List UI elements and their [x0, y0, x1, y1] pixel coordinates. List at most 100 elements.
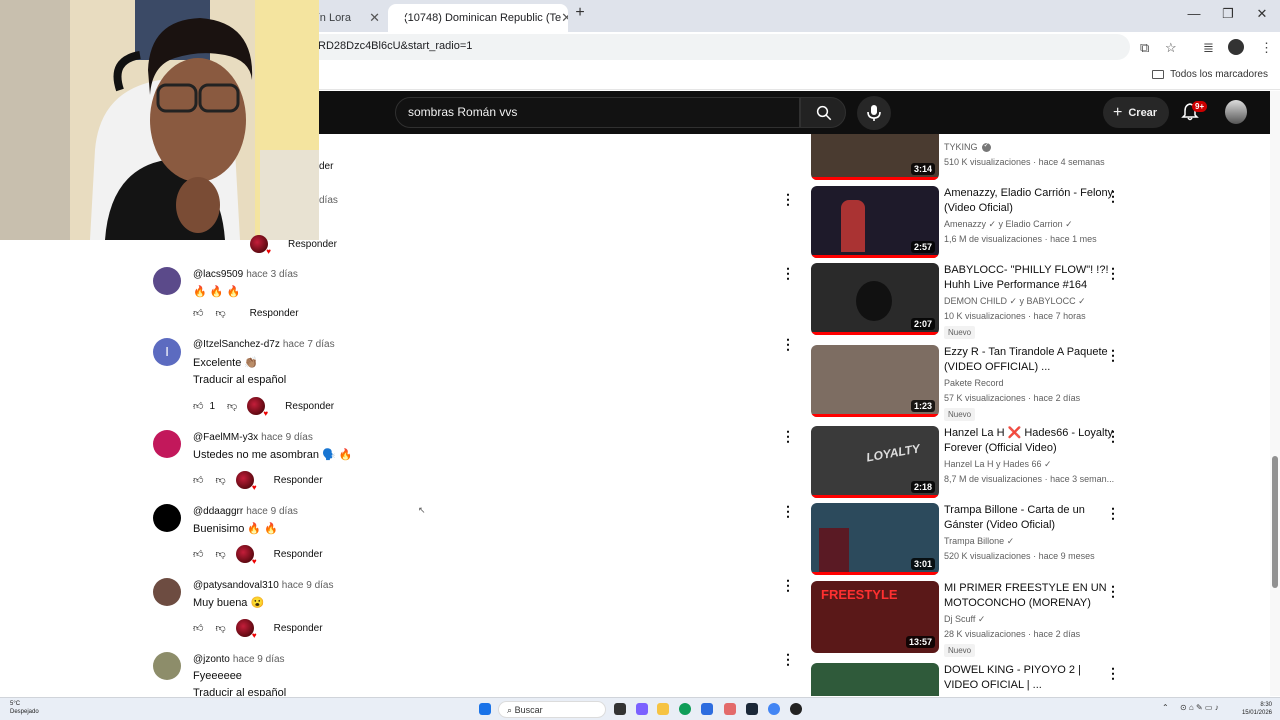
video-thumbnail[interactable]: 2:07 [811, 263, 939, 335]
related-video-card[interactable]: 2:57 Amenazzy, Eladio Carrión - Felony (… [811, 186, 1131, 258]
reply-button[interactable]: Responder [250, 308, 299, 319]
tray-chevron-icon[interactable]: ⌃ [1162, 703, 1169, 712]
video-thumbnail[interactable]: 1:23 [811, 345, 939, 417]
video-menu-icon[interactable]: ⋮ [1106, 505, 1120, 522]
video-channel[interactable]: Pakete Record [944, 378, 1004, 388]
video-channel[interactable]: Trampa Billone ✓ [944, 536, 1014, 547]
reply-button[interactable]: Responder [288, 239, 337, 250]
video-thumbnail[interactable]: 3:01 [811, 503, 939, 575]
comment-author[interactable]: @lacs9509 [193, 269, 243, 280]
tab-active[interactable]: (10748) Dominican Republic (Te ✕ [388, 4, 568, 32]
video-title[interactable]: Hanzel La H ❌ Hades66 - Loyalty Forever … [944, 426, 1114, 456]
weather-widget[interactable]: 5°C Despejado [10, 700, 39, 716]
more-actions-icon[interactable]: ⋮ [781, 503, 795, 520]
url-input[interactable]: RD28Dzc4Bl6cU&start_radio=1 [300, 34, 1130, 60]
channel-avatar[interactable] [1225, 100, 1247, 124]
file-explorer-icon[interactable] [657, 703, 669, 715]
tab-close-icon[interactable]: ✕ [369, 10, 380, 26]
commenter-avatar[interactable] [153, 267, 181, 295]
chrome-icon[interactable] [768, 703, 780, 715]
channel-name[interactable]: TYKING [944, 142, 978, 152]
obs-icon[interactable] [790, 703, 802, 715]
dislike-icon[interactable]: 👎︎ [215, 307, 225, 319]
video-menu-icon[interactable]: ⋮ [1106, 428, 1120, 445]
restore-icon[interactable]: ❐ [1218, 6, 1238, 22]
partial-reply-label[interactable]: der [319, 161, 333, 172]
more-actions-icon[interactable]: ⋮ [781, 651, 795, 668]
video-channel[interactable]: Dj Scuff ✓ [944, 614, 985, 625]
comment-time[interactable]: hace 9 días [282, 580, 334, 591]
translate-link[interactable]: Traducir al español [193, 687, 286, 696]
video-title[interactable]: Amenazzy, Eladio Carrión - Felony (Video… [944, 186, 1114, 216]
translate-link[interactable]: Traducir al español [193, 374, 286, 386]
task-view-icon[interactable] [614, 703, 626, 715]
new-tab-icon[interactable]: + [570, 4, 590, 22]
taskbar-search-input[interactable]: ⌕ Buscar [498, 701, 606, 718]
like-icon[interactable]: 👍︎ [193, 307, 203, 319]
like-icon[interactable]: 👍︎ [193, 474, 203, 486]
search-input[interactable]: sombras Román vvs [395, 97, 800, 128]
comment-time[interactable]: hace 7 días [283, 339, 335, 350]
create-button[interactable]: + Crear [1103, 97, 1169, 128]
search-button[interactable] [800, 97, 846, 128]
voice-search-button[interactable] [857, 96, 891, 130]
profile-avatar[interactable] [1228, 39, 1244, 55]
comment-time[interactable]: hace 3 días [246, 269, 298, 280]
comment-author[interactable]: @patysandoval310 [193, 580, 279, 591]
comment-author[interactable]: @jzonto [193, 654, 230, 665]
commenter-avatar[interactable] [153, 578, 181, 606]
system-clock[interactable]: 8:30 15/01/2026 [1242, 701, 1272, 717]
related-video-card[interactable]: FREESTYLE 13:57 MI PRIMER FREESTYLE EN U… [811, 581, 1131, 657]
commenter-avatar[interactable]: I [153, 338, 181, 366]
commenter-avatar[interactable] [153, 504, 181, 532]
reply-button[interactable]: Responder [274, 623, 323, 634]
commenter-avatar[interactable] [153, 430, 181, 458]
video-menu-icon[interactable]: ⋮ [1106, 265, 1120, 282]
video-thumbnail[interactable]: 3:14 [811, 134, 939, 180]
video-title[interactable]: MI PRIMER FREESTYLE EN UN MOTOCONCHO (MO… [944, 581, 1114, 611]
tab-close-icon[interactable]: ✕ [561, 10, 568, 26]
bookmark-star-icon[interactable]: ☆ [1165, 40, 1177, 56]
video-channel[interactable]: DEMON CHILD ✓ y BABYLOCC ✓ [944, 296, 1086, 307]
comment-time[interactable]: hace 9 días [261, 432, 313, 443]
video-thumbnail[interactable]: 2:57 [811, 186, 939, 258]
tray-icons[interactable]: ⊙ ⌂ ✎ ▭ ♪ [1180, 703, 1219, 712]
dislike-icon[interactable]: 👎︎ [227, 400, 237, 412]
minimize-icon[interactable]: — [1184, 6, 1204, 21]
more-actions-icon[interactable]: ⋮ [781, 265, 795, 282]
dislike-icon[interactable]: 👎︎ [215, 622, 225, 634]
page-scrollbar[interactable] [1270, 91, 1280, 696]
comment-author[interactable]: @ddaaggrr [193, 506, 243, 517]
related-video-card[interactable]: 2:07 BABYLOCC- "PHILLY FLOW"! !?! Huhh L… [811, 263, 1131, 339]
comment-time[interactable]: hace 9 días [246, 506, 298, 517]
video-title[interactable]: Ezzy R - Tan Tirandole A Paquete (VIDEO … [944, 345, 1114, 375]
video-menu-icon[interactable]: ⋮ [1106, 347, 1120, 364]
edge-browser-icon[interactable] [679, 703, 691, 715]
like-icon[interactable]: 👍︎ [193, 622, 203, 634]
related-video-card[interactable]: 3:14 TYKING 510 K visualizaciones · hace… [811, 134, 1131, 180]
video-title[interactable]: BABYLOCC- "PHILLY FLOW"! !?! Huhh Live P… [944, 263, 1114, 293]
related-video-card[interactable]: 1:23 Ezzy R - Tan Tirandole A Paquete (V… [811, 345, 1131, 421]
comment-author[interactable]: @ItzelSanchez-d7z [193, 339, 280, 350]
app-icon[interactable] [724, 703, 736, 715]
install-app-icon[interactable]: ⧉ [1140, 40, 1149, 56]
video-menu-icon[interactable]: ⋮ [1106, 188, 1120, 205]
video-title[interactable]: DOWEL KING - PIYOYO 2 | VIDEO OFICIAL | … [944, 663, 1114, 693]
dislike-icon[interactable]: 👎︎ [215, 548, 225, 560]
comment-author[interactable]: @FaelMM-y3x [193, 432, 258, 443]
video-menu-icon[interactable]: ⋮ [1106, 665, 1120, 682]
menu-kebab-icon[interactable]: ⋮ [1260, 40, 1273, 56]
more-actions-icon[interactable]: ⋮ [781, 577, 795, 594]
reply-button[interactable]: Responder [274, 549, 323, 560]
media-control-icon[interactable]: ≣ [1203, 40, 1214, 56]
video-channel[interactable]: TYKING [944, 141, 993, 153]
store-icon[interactable] [701, 703, 713, 715]
video-thumbnail[interactable]: LOYALTY 2:18 [811, 426, 939, 498]
related-video-card[interactable]: DOWEL KING - PIYOYO 2 | VIDEO OFICIAL | … [811, 663, 1131, 696]
scrollbar-thumb[interactable] [1272, 456, 1278, 588]
related-video-card[interactable]: LOYALTY 2:18 Hanzel La H ❌ Hades66 - Loy… [811, 426, 1131, 498]
video-channel[interactable]: Hanzel La H y Hades 66 ✓ [944, 459, 1052, 470]
video-title[interactable]: Trampa Billone - Carta de un Gánster (Vi… [944, 503, 1114, 533]
like-icon[interactable]: 👍︎ [193, 400, 203, 412]
dislike-icon[interactable]: 👎︎ [215, 474, 225, 486]
